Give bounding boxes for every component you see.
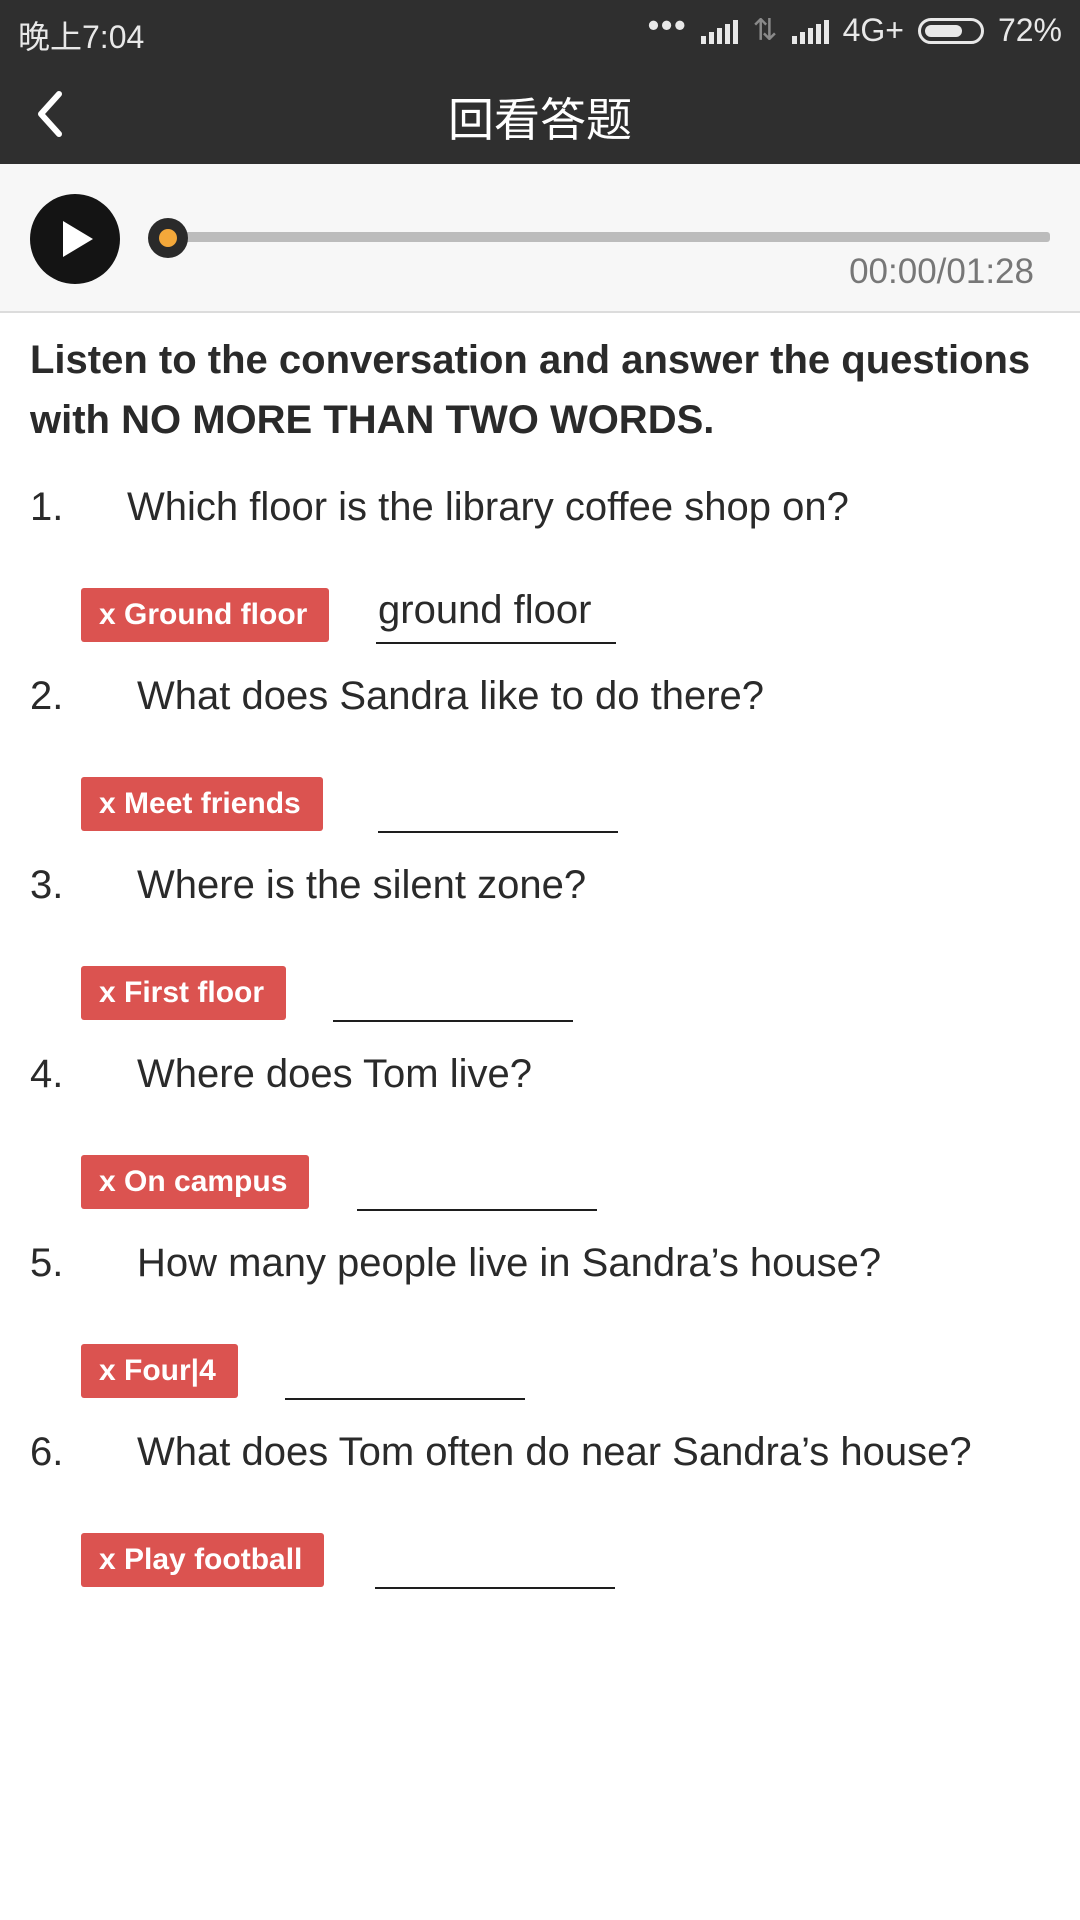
network-type: 4G+ bbox=[842, 12, 904, 48]
correct-answer-badge[interactable]: x Meet friends bbox=[81, 777, 323, 831]
question-text: Which floor is the library coffee shop o… bbox=[127, 485, 849, 529]
question-content: Listen to the conversation and answer th… bbox=[30, 330, 1050, 1589]
signal-icon bbox=[791, 18, 829, 44]
progress-track[interactable] bbox=[168, 232, 1050, 242]
answer-blank[interactable] bbox=[357, 1145, 597, 1211]
answer-blank[interactable] bbox=[378, 767, 618, 833]
status-bar: 晚上7:04 ••• ⇅ 4G+ 72% bbox=[0, 0, 1080, 62]
correct-answer-badge[interactable]: x Ground floor bbox=[81, 588, 330, 642]
time-readout: 00:00/01:28 bbox=[849, 252, 1034, 291]
question-text: What does Sandra like to do there? bbox=[137, 674, 765, 718]
progress-thumb[interactable] bbox=[148, 218, 188, 258]
question-number: 3. bbox=[30, 863, 64, 907]
audio-player: 00:00/01:28 bbox=[0, 164, 1080, 313]
answer-row-2: x Meet friends bbox=[30, 777, 1050, 837]
correct-answer-badge[interactable]: x Four|4 bbox=[81, 1344, 238, 1398]
answer-blank[interactable] bbox=[333, 956, 573, 1022]
answer-blank[interactable] bbox=[285, 1334, 525, 1400]
more-dots-icon: ••• bbox=[647, 7, 688, 43]
question-number: 1. bbox=[30, 485, 64, 529]
question-number: 5. bbox=[30, 1241, 64, 1285]
answer-row-3: x First floor bbox=[30, 966, 1050, 1026]
status-icons: ••• ⇅ 4G+ 72% bbox=[648, 7, 1062, 49]
data-arrows-icon: ⇅ bbox=[752, 14, 778, 47]
app-bar: 回看答题 bbox=[0, 62, 1080, 164]
battery-percent: 72% bbox=[997, 12, 1062, 48]
question-number: 2. bbox=[30, 674, 64, 718]
question-number: 6. bbox=[30, 1430, 64, 1474]
question-number: 4. bbox=[30, 1052, 64, 1096]
answer-row-4: x On campus bbox=[30, 1155, 1050, 1215]
signal-icon bbox=[701, 18, 739, 44]
battery-level bbox=[924, 24, 962, 37]
correct-answer-badge[interactable]: x First floor bbox=[81, 966, 287, 1020]
question-text: What does Tom often do near Sandra’s hou… bbox=[137, 1430, 972, 1474]
answer-row-6: x Play football bbox=[30, 1533, 1050, 1593]
question-text: How many people live in Sandra’s house? bbox=[137, 1241, 882, 1285]
correct-answer-badge[interactable]: x Play football bbox=[81, 1533, 325, 1587]
answer-blank[interactable] bbox=[375, 1523, 615, 1589]
question-text: Where does Tom live? bbox=[137, 1052, 532, 1096]
answer-row-5: x Four|4 bbox=[30, 1344, 1050, 1404]
answer-row-1: x Ground floor ground floor bbox=[30, 588, 1050, 648]
correct-answer-badge[interactable]: x On campus bbox=[81, 1155, 310, 1209]
question-text: Where is the silent zone? bbox=[137, 863, 587, 907]
page-title: 回看答题 bbox=[448, 93, 632, 147]
battery-icon bbox=[917, 17, 984, 44]
instruction-text: Listen to the conversation and answer th… bbox=[30, 338, 1031, 442]
play-button[interactable] bbox=[30, 194, 120, 284]
play-icon bbox=[63, 221, 93, 257]
answer-blank[interactable]: ground floor bbox=[376, 578, 616, 644]
status-time: 晚上7:04 bbox=[18, 19, 145, 55]
